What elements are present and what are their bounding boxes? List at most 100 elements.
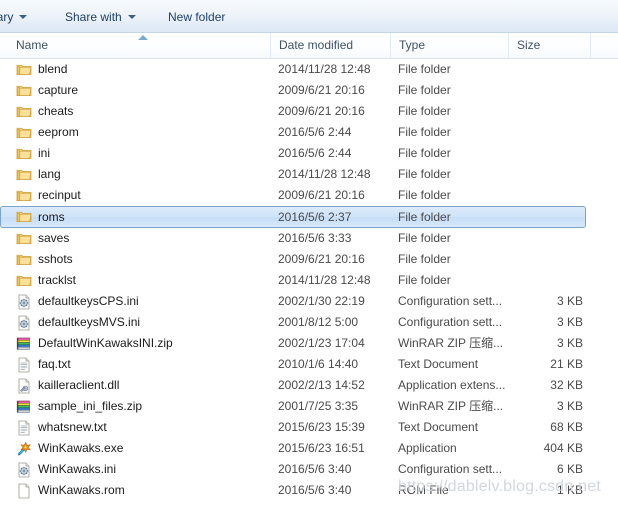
file-type-cell: File folder — [398, 273, 451, 287]
folder-icon — [16, 146, 32, 162]
file-type-cell: Text Document — [398, 420, 479, 434]
file-date-cell: 2009/6/21 20:16 — [278, 252, 365, 266]
file-date-cell: 2016/5/6 3:40 — [278, 462, 352, 476]
file-name-cell: blend — [38, 62, 68, 76]
file-type-cell: File folder — [398, 62, 451, 76]
file-name-cell: WinKawaks.rom — [38, 483, 125, 497]
file-size-cell — [498, 249, 583, 270]
file-size-cell — [498, 185, 583, 206]
ini-file-icon — [16, 315, 32, 331]
file-size-cell: 3 KB — [556, 294, 583, 308]
file-date-cell: 2009/6/21 20:16 — [278, 104, 365, 118]
file-type-cell: ROM File — [398, 483, 449, 497]
file-date-cell: 2015/6/23 16:51 — [278, 441, 365, 455]
file-size-cell: 6 KB — [556, 462, 583, 476]
file-row[interactable]: ini 2016/5/6 2:44 File folder — [0, 143, 618, 164]
file-name-cell: kailleraclient.dll — [38, 378, 120, 392]
file-row[interactable]: whatsnew.txt 2015/6/23 15:39 Text Document… — [0, 417, 618, 438]
file-date-cell: 2002/1/23 17:04 — [278, 336, 365, 350]
file-name-cell: WinKawaks.ini — [38, 462, 117, 476]
file-row[interactable]: tracklst 2014/11/28 12:48 File folder — [0, 270, 618, 291]
file-date-cell: 2016/5/6 2:44 — [278, 125, 352, 139]
file-row[interactable]: WinKawaks.rom 2016/5/6 3:40 ROM File 1 KB — [0, 480, 618, 501]
column-header-date-modified[interactable]: Date modified — [270, 33, 390, 58]
library-menu-button[interactable]: brary — [0, 7, 28, 27]
file-type-cell: Configuration sett... — [398, 294, 503, 308]
file-date-cell: 2016/5/6 2:37 — [278, 210, 352, 224]
file-date-cell: 2015/6/23 15:39 — [278, 420, 365, 434]
share-with-menu-button[interactable]: Share with — [65, 7, 136, 27]
file-type-cell: File folder — [398, 252, 451, 266]
file-type-cell: File folder — [398, 146, 451, 160]
file-row[interactable]: defaultkeysMVS.ini 2001/8/12 5:00 Configur… — [0, 312, 618, 333]
file-name-cell: ini — [38, 146, 51, 160]
file-date-cell: 2009/6/21 20:16 — [278, 83, 365, 97]
column-header-blank[interactable] — [590, 33, 618, 58]
folder-icon — [16, 188, 32, 204]
file-date-cell: 2001/7/25 3:35 — [278, 399, 359, 413]
file-type-cell: File folder — [398, 231, 451, 245]
file-name-cell: roms — [38, 210, 65, 224]
column-header-bar: Name Date modified Type Size — [0, 33, 618, 59]
share-with-label: Share with — [65, 10, 122, 24]
folder-icon — [16, 167, 32, 183]
zip-archive-icon — [16, 399, 32, 415]
file-name-cell: lang — [38, 167, 61, 181]
file-name-cell: defaultkeysMVS.ini — [38, 315, 141, 329]
file-name-cell: defaultkeysCPS.ini — [38, 294, 139, 308]
file-row[interactable]: eeprom 2016/5/6 2:44 File folder — [0, 122, 618, 143]
file-row[interactable]: DefaultWinKawaksINI.zip 2002/1/23 17:04 Wi… — [0, 333, 618, 354]
folder-icon — [16, 104, 32, 120]
file-type-cell: File folder — [398, 125, 451, 139]
file-size-cell: 3 KB — [556, 336, 583, 350]
file-row[interactable]: lang 2014/11/28 12:48 File folder — [0, 164, 618, 185]
file-type-cell: File folder — [398, 210, 451, 224]
column-header-size[interactable]: Size — [508, 33, 590, 58]
file-type-cell: Configuration sett... — [398, 315, 503, 329]
explorer-toolbar: brary Share with New folder — [0, 0, 618, 33]
file-list[interactable]: blend 2014/11/28 12:48 File folder capture 2… — [0, 59, 618, 508]
file-type-cell: Text Document — [398, 357, 479, 371]
file-row[interactable]: recinput 2009/6/21 20:16 File folder — [0, 185, 618, 206]
file-type-cell: Application extens... — [398, 378, 506, 392]
file-size-cell: 21 KB — [550, 357, 583, 371]
folder-icon — [16, 62, 32, 78]
sort-ascending-icon — [138, 35, 148, 40]
file-row[interactable]: faq.txt 2010/1/6 14:40 Text Document 21 KB — [0, 354, 618, 375]
file-row[interactable]: WinKawaks.ini 2016/5/6 3:40 Configuration … — [0, 459, 618, 480]
file-name-cell: faq.txt — [38, 357, 71, 371]
column-header-type[interactable]: Type — [390, 33, 508, 58]
file-size-cell — [498, 143, 583, 164]
file-size-cell: 3 KB — [556, 399, 583, 413]
file-name-cell: capture — [38, 83, 79, 97]
file-row[interactable]: capture 2009/6/21 20:16 File folder — [0, 80, 618, 101]
file-size-cell — [498, 59, 583, 80]
file-type-cell: File folder — [398, 83, 451, 97]
file-type-cell: WinRAR ZIP 压缩... — [398, 336, 504, 350]
ini-file-icon — [16, 294, 32, 310]
text-file-icon — [16, 420, 32, 436]
file-row[interactable]: defaultkeysCPS.ini 2002/1/30 22:19 Configu… — [0, 291, 618, 312]
file-row[interactable]: kailleraclient.dll 2002/2/13 14:52 Applica… — [0, 375, 618, 396]
new-folder-button[interactable]: New folder — [168, 7, 225, 27]
file-type-cell: Application — [398, 441, 457, 455]
file-size-cell: 1 KB — [556, 483, 583, 497]
file-row[interactable]: saves 2016/5/6 3:33 File folder — [0, 228, 618, 249]
file-row[interactable]: blend 2014/11/28 12:48 File folder — [0, 59, 618, 80]
file-size-cell — [498, 164, 583, 185]
file-name-cell: recinput — [38, 188, 81, 202]
ini-file-icon — [16, 462, 32, 478]
file-row[interactable]: cheats 2009/6/21 20:16 File folder — [0, 101, 618, 122]
file-size-cell: 404 KB — [543, 441, 583, 455]
file-row[interactable]: WinKawaks.exe 2015/6/23 16:51 Application 4… — [0, 438, 618, 459]
file-size-cell: 32 KB — [550, 378, 583, 392]
file-name-cell: WinKawaks.exe — [38, 441, 124, 455]
zip-archive-icon — [16, 336, 32, 352]
file-row[interactable]: sshots 2009/6/21 20:16 File folder — [0, 249, 618, 270]
file-row[interactable]: sample_ini_files.zip 2001/7/25 3:35 WinRAR… — [0, 396, 618, 417]
file-size-cell — [498, 101, 583, 122]
file-size-cell — [498, 228, 583, 249]
blank-file-icon — [16, 483, 32, 499]
file-row-selected[interactable]: roms 2016/5/6 2:37 File folder — [0, 206, 586, 228]
folder-icon — [16, 209, 32, 225]
